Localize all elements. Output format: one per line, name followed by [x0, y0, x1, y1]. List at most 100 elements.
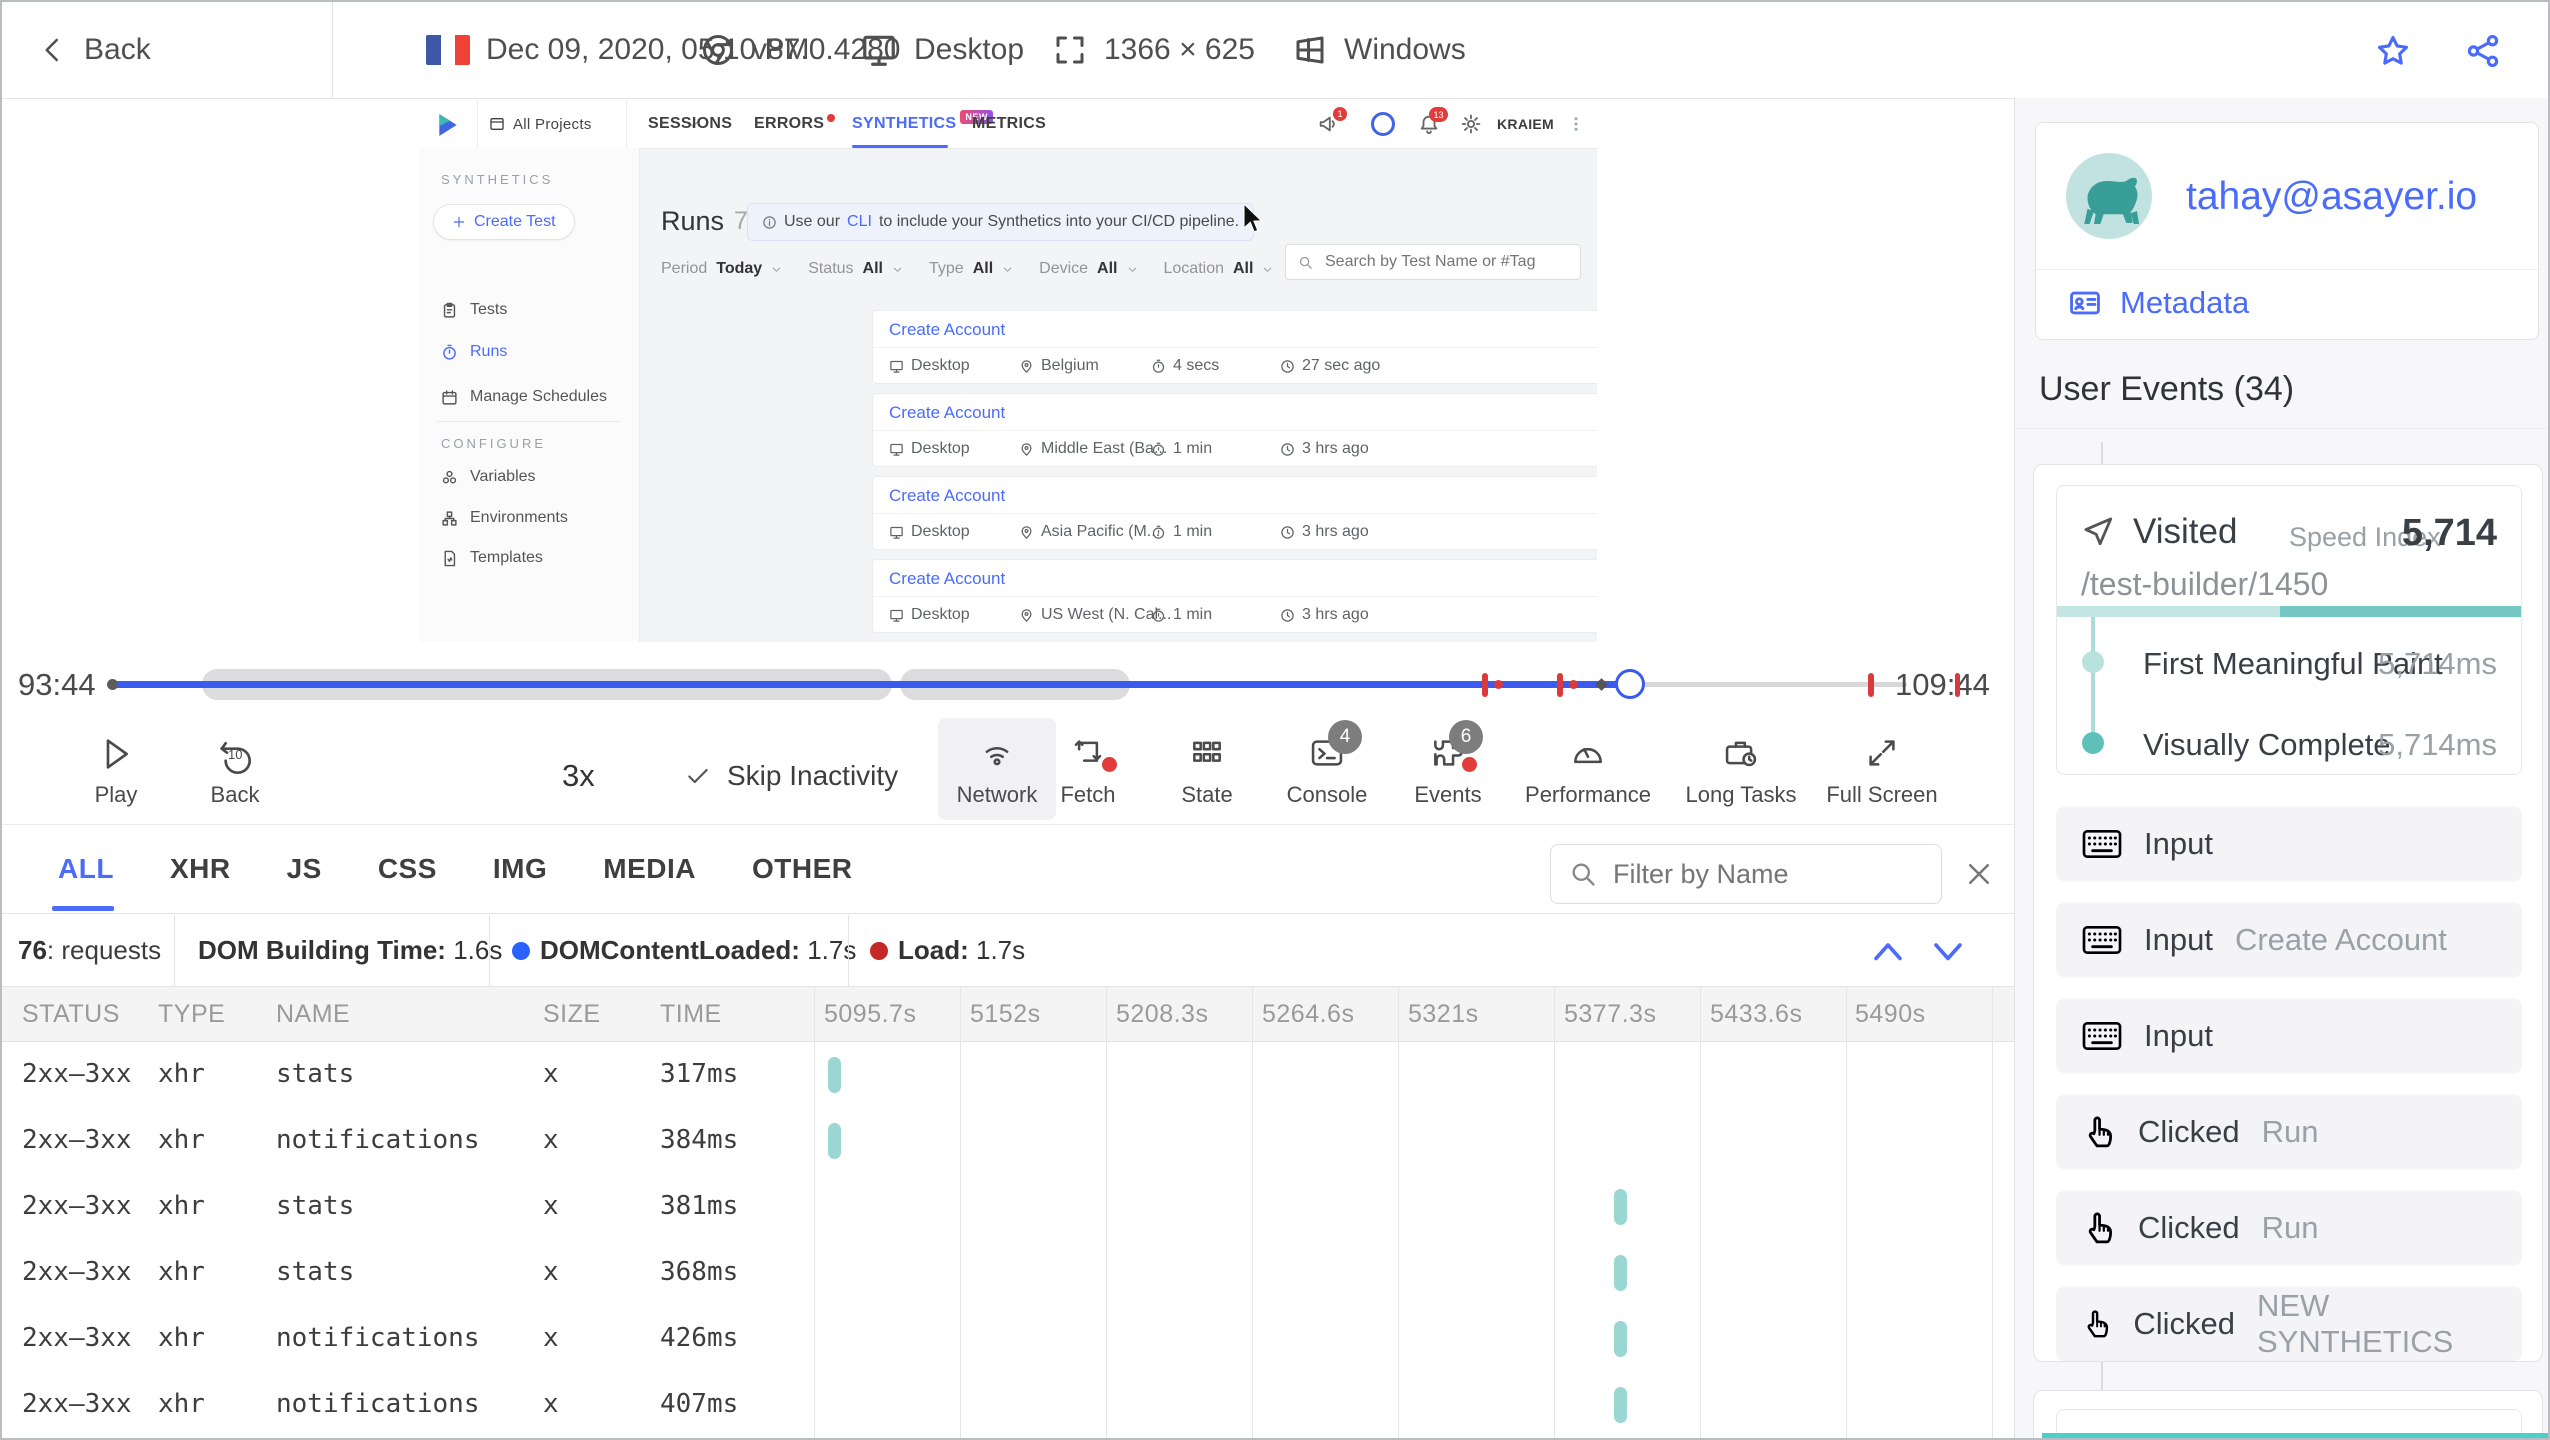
gear-icon[interactable]	[1460, 113, 1482, 135]
console-panel-button[interactable]: 4 Console	[1257, 720, 1397, 814]
banner-text: Use our	[784, 213, 841, 230]
jump-up-icon[interactable]	[1870, 937, 1906, 965]
metadata-button[interactable]: Metadata	[2068, 285, 2249, 321]
sidebar-item-templates[interactable]: Templates	[441, 549, 543, 567]
filter-status[interactable]: Status All	[808, 260, 903, 278]
variables-icon	[442, 470, 457, 483]
test-search-input[interactable]	[1323, 252, 1557, 272]
tab-metrics[interactable]: METRICS	[972, 100, 1046, 148]
filter-type[interactable]: Type All	[929, 260, 1013, 278]
run-card[interactable]: Create Account Desktop US West (N. Cal..…	[872, 559, 1597, 633]
network-request-row[interactable]: 2xx–3xx xhr stats x 368ms	[2, 1240, 2014, 1306]
control-label: Fetch	[1060, 782, 1116, 807]
stopwatch-icon	[1152, 608, 1165, 622]
event-card-input[interactable]: Input Create Account	[2056, 903, 2522, 977]
network-request-row[interactable]: 2xx–3xx xhr stats x 317ms	[2, 1042, 2014, 1108]
tab-sessions[interactable]: SESSIONS	[648, 100, 732, 148]
domcontentloaded-stat: DOMContentLoaded: 1.7s	[512, 935, 856, 966]
metric-timeline-line	[2091, 617, 2095, 743]
event-type: Input	[2144, 826, 2213, 861]
run-card[interactable]: Create Account Desktop Belgium 4 secs 27…	[872, 310, 1597, 384]
event-card-clicked[interactable]: Clicked NEW SYNTHETICS	[2056, 1287, 2522, 1361]
filter-device[interactable]: Device All	[1039, 260, 1137, 278]
stopwatch-icon	[443, 344, 456, 360]
event-card-input[interactable]: Input	[2056, 999, 2522, 1073]
favorite-star-icon[interactable]	[2374, 32, 2412, 70]
event-card-clicked[interactable]: Clicked Run	[2056, 1095, 2522, 1169]
filter-location[interactable]: Location All	[1164, 260, 1274, 278]
horizontal-scrollbar[interactable]	[2042, 1433, 2548, 1438]
metadata-label: Metadata	[2120, 285, 2250, 320]
run-card[interactable]: Create Account Desktop Middle East (Ba..…	[872, 393, 1597, 467]
kebab-menu-icon[interactable]	[1567, 115, 1585, 133]
filter-label: Period	[661, 260, 708, 277]
tab-all[interactable]: ALL	[52, 853, 114, 911]
filter-value: All	[1233, 260, 1254, 277]
tab-errors[interactable]: ERRORS	[754, 100, 836, 148]
sidebar-item-label: Environments	[470, 509, 568, 526]
id-card-icon	[2070, 291, 2100, 315]
tab-xhr[interactable]: XHR	[170, 853, 231, 885]
error-marker[interactable]	[1557, 673, 1563, 697]
announcements-button[interactable]: 1	[1317, 107, 1347, 135]
timeline-progress[interactable]	[112, 681, 1630, 688]
tab-other[interactable]: OTHER	[752, 853, 853, 885]
network-filter-input[interactable]	[1611, 857, 1915, 891]
back-button[interactable]: Back	[38, 2, 151, 98]
skip-inactivity-toggle[interactable]: Skip Inactivity	[685, 760, 898, 792]
sidebar-item-variables[interactable]: Variables	[441, 468, 536, 486]
network-request-row[interactable]: 2xx–3xx xhr stats x 381ms	[2, 1174, 2014, 1240]
event-card-clicked[interactable]: Clicked Run	[2056, 1191, 2522, 1265]
network-request-row[interactable]: 2xx–3xx xhr notifications x 384ms	[2, 1108, 2014, 1174]
run-card[interactable]: Create Account Desktop Asia Pacific (M..…	[872, 476, 1597, 550]
back-10s-button[interactable]: 10 Back	[165, 728, 305, 814]
network-request-row[interactable]: 2xx–3xx xhr notifications x 407ms	[2, 1372, 2014, 1438]
playhead-handle[interactable]	[1615, 669, 1645, 699]
gauge-icon	[1574, 747, 1602, 764]
requests-count: 76: requests	[18, 935, 162, 965]
cli-banner: Use our CLI to include your Synthetics i…	[747, 203, 1255, 241]
sidebar-item-manage-schedules[interactable]: Manage Schedules	[441, 388, 607, 406]
time-tick: 5095.7s	[824, 1000, 917, 1028]
full-screen-button[interactable]: Full Screen	[1812, 728, 1952, 814]
tab-img[interactable]: IMG	[493, 853, 547, 885]
share-icon[interactable]	[2464, 32, 2502, 70]
event-card-input[interactable]: Input	[2056, 807, 2522, 881]
run-name-link[interactable]: Create Account	[889, 320, 1005, 340]
speed-button[interactable]: 3x	[562, 758, 595, 794]
close-panel-icon[interactable]	[1964, 859, 1994, 889]
performance-panel-button[interactable]: Performance	[1518, 728, 1658, 814]
sidebar-item-tests[interactable]: Tests	[441, 301, 507, 319]
tab-media[interactable]: MEDIA	[603, 853, 696, 885]
visited-event-card[interactable]: Visited Speed Index 5,714 /test-builder/…	[2056, 485, 2522, 775]
network-table-header: STATUS TYPE NAME SIZE TIME 5095.7s 5152s…	[2, 987, 2014, 1042]
filter-period[interactable]: Period Today	[661, 260, 782, 278]
run-name-link[interactable]: Create Account	[889, 569, 1005, 589]
cli-link[interactable]: CLI	[847, 213, 872, 231]
user-email[interactable]: tahay@asayer.io	[2186, 175, 2477, 219]
run-name-link[interactable]: Create Account	[889, 486, 1005, 506]
pin-icon	[1021, 442, 1032, 456]
recorded-cursor-icon	[1243, 204, 1263, 233]
speed-progress-fill	[2279, 606, 2521, 617]
sidebar-item-runs[interactable]: Runs	[441, 343, 507, 361]
run-name-link[interactable]: Create Account	[889, 403, 1005, 423]
load-dot	[870, 941, 888, 960]
user-menu[interactable]: KRAIEM	[1497, 100, 1554, 148]
state-panel-button[interactable]: State	[1137, 728, 1277, 814]
run-ago: 3 hrs ago	[1280, 606, 1369, 624]
jump-down-icon[interactable]	[1930, 937, 1966, 965]
network-request-row[interactable]: 2xx–3xx xhr notifications x 426ms	[2, 1306, 2014, 1372]
notifications-button[interactable]: 13	[1418, 107, 1448, 135]
tab-css[interactable]: CSS	[378, 853, 437, 885]
create-test-button[interactable]: Create Test	[433, 204, 575, 240]
tab-label: SYNTHETICS	[852, 115, 957, 132]
long-tasks-panel-button[interactable]: Long Tasks	[1671, 728, 1811, 814]
events-panel-button[interactable]: 6 Events	[1378, 720, 1518, 814]
error-marker[interactable]	[1868, 673, 1874, 697]
error-marker[interactable]	[1482, 673, 1488, 697]
sidebar-item-environments[interactable]: Environments	[441, 509, 568, 527]
tab-js[interactable]: JS	[287, 853, 322, 885]
replay-stage: All Projects SESSIONS ERRORS SYNTHETICS …	[2, 99, 2014, 650]
time-tick: 5264.6s	[1262, 1000, 1355, 1028]
